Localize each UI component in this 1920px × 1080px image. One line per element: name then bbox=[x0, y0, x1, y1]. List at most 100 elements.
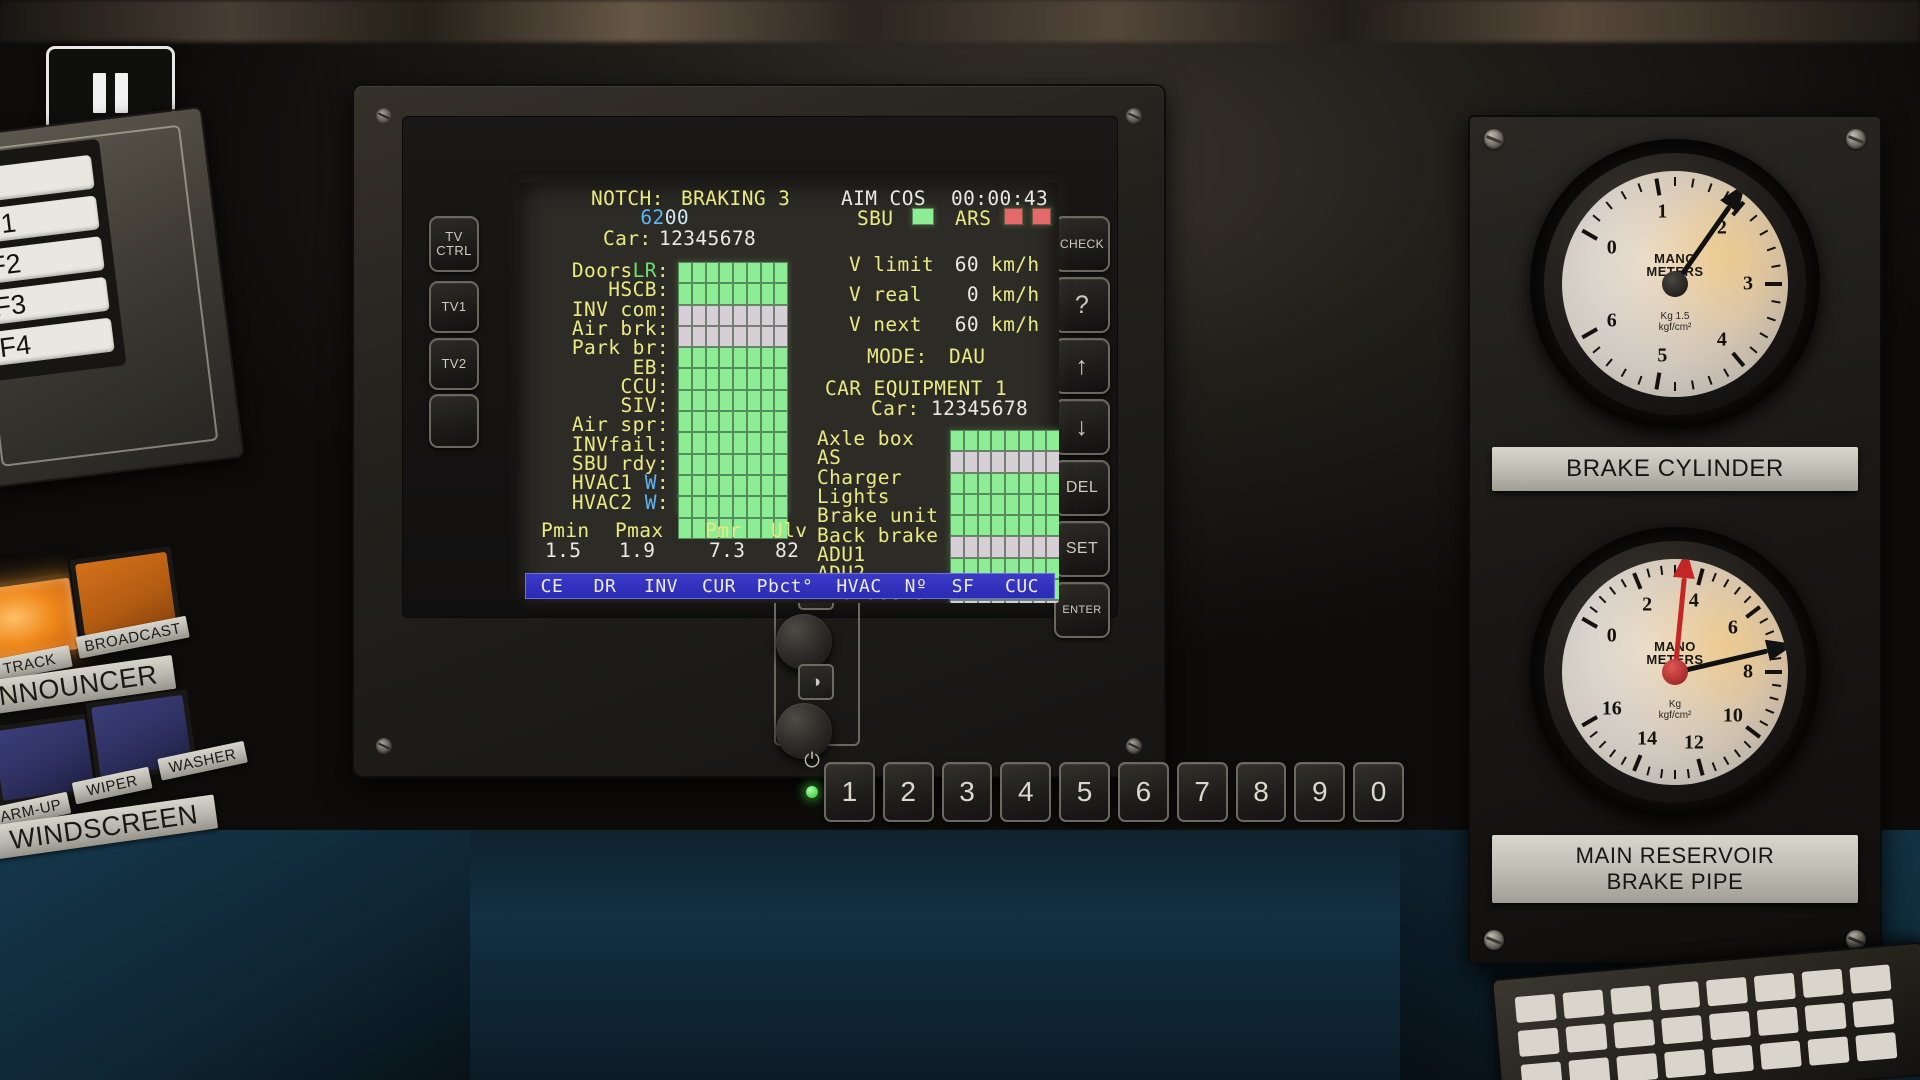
equipment-cell bbox=[977, 493, 992, 516]
status-cell bbox=[719, 474, 733, 497]
menu-item-ce[interactable]: CE bbox=[526, 576, 578, 597]
mode-value: DAU bbox=[949, 345, 986, 368]
mfd-menu-bar[interactable]: CE DR INV CUR Pbct° HVAC Nº SF CUC bbox=[525, 573, 1055, 599]
car-equipment-car-numbers: 12345678 bbox=[931, 397, 1029, 420]
button-help[interactable]: ? bbox=[1054, 277, 1110, 333]
status-row-label-11: HVAC1 W: bbox=[519, 473, 669, 493]
status-cell bbox=[760, 474, 775, 497]
status-cell bbox=[760, 432, 775, 454]
status-cell bbox=[733, 304, 747, 326]
gauge-0-number: 0 bbox=[1606, 236, 1617, 258]
menu-item-pbct[interactable]: Pbct° bbox=[748, 576, 822, 597]
gauge-0-number: 1 bbox=[1657, 200, 1668, 223]
keypad-key-9[interactable]: 9 bbox=[1294, 762, 1346, 822]
button-tv-blank[interactable] bbox=[429, 394, 479, 448]
status-cell bbox=[746, 517, 761, 539]
status-cell bbox=[774, 262, 788, 284]
contrast-icon[interactable]: ◑ bbox=[798, 664, 834, 700]
tv-brightness-knob[interactable] bbox=[776, 614, 832, 670]
button-tv1[interactable]: TV1 bbox=[429, 281, 479, 333]
equipment-cell bbox=[1018, 472, 1033, 494]
button-down-arrow[interactable]: ↓ bbox=[1054, 399, 1110, 455]
background-keyboard-key bbox=[1807, 1036, 1850, 1066]
equipment-cell bbox=[1032, 515, 1047, 537]
status-cell bbox=[746, 347, 761, 369]
equipment-cell bbox=[1032, 472, 1047, 494]
status-row-label-text-12: HVAC2 bbox=[571, 490, 645, 514]
equipment-row-label-0: Axle box bbox=[817, 427, 915, 450]
status-cell bbox=[733, 474, 747, 497]
menu-item-sf[interactable]: SF bbox=[936, 576, 990, 597]
keypad-key-0[interactable]: 0 bbox=[1353, 762, 1404, 822]
ars-indicator-2 bbox=[1031, 207, 1052, 226]
equipment-cell bbox=[1018, 536, 1033, 558]
button-set[interactable]: SET bbox=[1054, 521, 1110, 577]
bezel-screw-br bbox=[1126, 738, 1142, 754]
pressure-value-ulv: 82 bbox=[775, 539, 800, 562]
keypad-key-7[interactable]: 7 bbox=[1176, 762, 1228, 822]
status-row-label-10: SBU rdy: bbox=[571, 452, 669, 475]
status-cell bbox=[719, 368, 733, 390]
menu-item-cuc[interactable]: CUC bbox=[990, 576, 1054, 597]
background-keyboard-key bbox=[1849, 964, 1892, 994]
gauge-0-unit-line2: kgf/cm² bbox=[1658, 322, 1692, 334]
menu-item-hvac[interactable]: HVAC bbox=[822, 576, 896, 597]
function-key-f4[interactable]: F4 bbox=[0, 317, 115, 368]
bezel-screw-bl bbox=[376, 738, 392, 754]
keypad-key-6[interactable]: 6 bbox=[1117, 762, 1169, 822]
status-cell bbox=[705, 368, 720, 390]
gauge-panel-screw-tr bbox=[1846, 129, 1866, 149]
button-check-label: CHECK bbox=[1059, 237, 1104, 251]
equipment-cell bbox=[1005, 430, 1019, 452]
status-cell bbox=[691, 453, 706, 475]
status-cell bbox=[691, 432, 706, 454]
button-check[interactable]: CHECK bbox=[1054, 216, 1110, 272]
keypad-key-5[interactable]: 5 bbox=[1059, 762, 1110, 822]
gauge-1-unit-line1: Kg bbox=[1668, 699, 1682, 711]
v-next-value: 60 bbox=[954, 313, 979, 336]
status-cell bbox=[746, 304, 761, 326]
status-cell-grid bbox=[677, 261, 789, 539]
equipment-row-label-2: Charger bbox=[817, 465, 902, 489]
keypad-key-2[interactable]: 2 bbox=[882, 762, 934, 822]
keypad-key-4[interactable]: 4 bbox=[1000, 762, 1052, 822]
car-equipment-car-label: Car: bbox=[871, 397, 920, 420]
equipment-row-label-6: ADU1 bbox=[817, 542, 866, 566]
keypad-key-1[interactable]: 1 bbox=[824, 762, 875, 822]
background-keyboard-key bbox=[1616, 1053, 1659, 1080]
background-keyboard-key bbox=[1705, 976, 1749, 1007]
status-row-label-6: CCU: bbox=[620, 374, 669, 398]
status-cell bbox=[691, 368, 706, 390]
gauge-1-number: 4 bbox=[1688, 589, 1699, 612]
ars-label: ARS bbox=[955, 207, 992, 230]
status-cell bbox=[733, 432, 747, 454]
equipment-cell bbox=[1032, 536, 1047, 558]
v-real-value: 0 bbox=[966, 283, 979, 306]
status-cell bbox=[760, 496, 775, 518]
status-cell bbox=[678, 474, 692, 497]
menu-item-cur[interactable]: CUR bbox=[690, 576, 748, 597]
status-cell bbox=[760, 411, 775, 433]
status-cell bbox=[746, 432, 761, 454]
gauge-panel: MANO METERS Kg 1.5 kgf/cm² 0123456 BRAKE… bbox=[1468, 115, 1882, 964]
status-row-label-7: SIV: bbox=[620, 394, 669, 418]
button-up-arrow[interactable]: ↑ bbox=[1054, 338, 1110, 394]
menu-item-n[interactable]: Nº bbox=[896, 576, 936, 597]
background-keyboard-key bbox=[1565, 1023, 1608, 1053]
button-enter[interactable]: ENTER bbox=[1054, 582, 1110, 638]
button-del[interactable]: DEL bbox=[1054, 460, 1110, 516]
mfd-screen[interactable]: 6200 NOTCH: BRAKING 3 AIM COS 00:00:43 S… bbox=[519, 183, 1059, 603]
keypad-key-8[interactable]: 8 bbox=[1235, 762, 1287, 822]
button-tv-ctrl[interactable]: TV CTRL bbox=[429, 216, 479, 272]
sbu-indicator bbox=[911, 207, 935, 226]
button-tv2[interactable]: TV2 bbox=[429, 338, 479, 390]
v-limit-value: 60 bbox=[954, 253, 979, 276]
background-keyboard-key bbox=[1801, 968, 1844, 998]
gauge-0-number: 5 bbox=[1657, 344, 1668, 367]
menu-item-dr[interactable]: DR bbox=[578, 576, 632, 597]
pause-bar-left bbox=[93, 73, 106, 113]
menu-item-inv[interactable]: INV bbox=[632, 576, 690, 597]
keypad-key-3[interactable]: 3 bbox=[941, 762, 993, 822]
status-cell bbox=[760, 368, 775, 390]
gauge-1-plate-line2: BRAKE PIPE bbox=[1606, 869, 1744, 894]
